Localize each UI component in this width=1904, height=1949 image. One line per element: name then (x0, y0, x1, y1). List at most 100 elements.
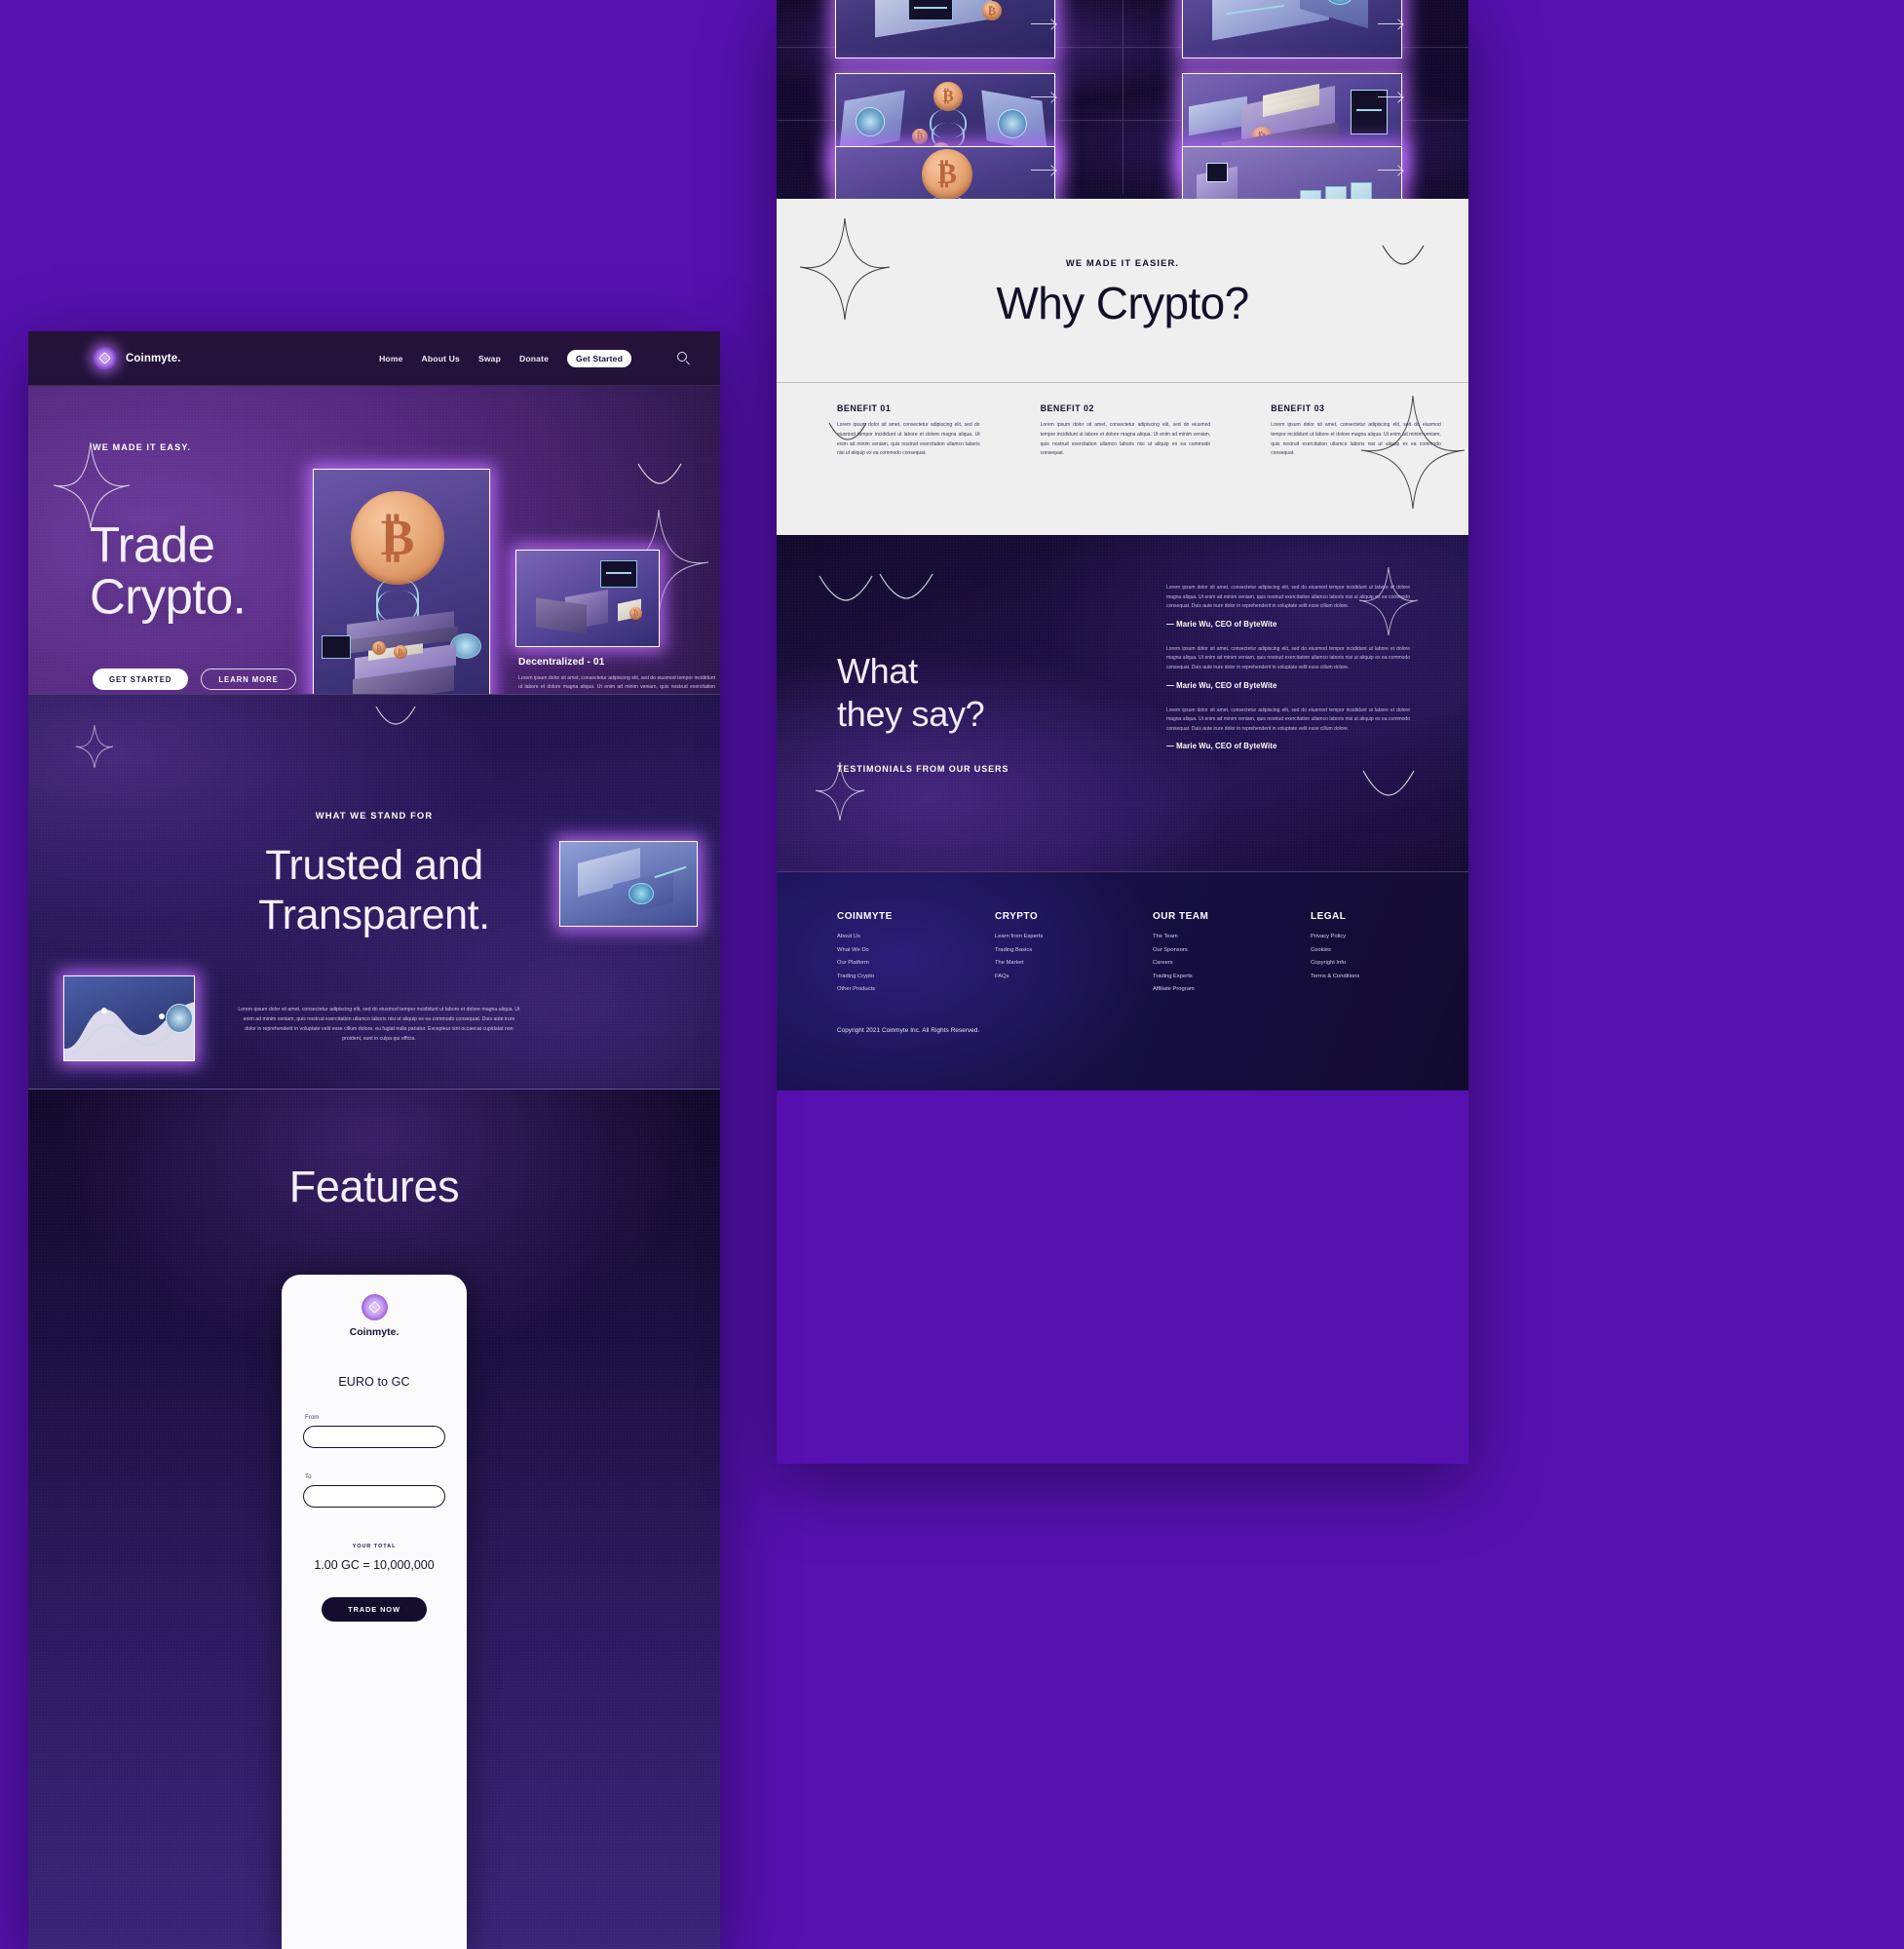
hero-illustration-atm (515, 550, 660, 647)
hero-body: WE MADE IT EASY. Trade Crypto. GET START… (28, 386, 720, 694)
brand-logo[interactable]: Coinmyte. (93, 346, 181, 370)
phone-total-value: 1.00 GC = 10,000,000 (314, 1558, 435, 1572)
stand-for-eyebrow: WHAT WE STAND FOR (315, 810, 434, 821)
chevron-down-decoration-icon (879, 573, 933, 599)
footer-heading: COINMYTE (837, 911, 893, 922)
site-footer: COINMYTE About Us What We Do Our Platfor… (777, 871, 1468, 1090)
footer-link[interactable]: Cookies (1311, 947, 1468, 953)
decentralized-body: Lorem ipsum dolor sit amet, consectetur … (518, 675, 715, 694)
arrow-right-icon[interactable] (1031, 166, 1055, 174)
testimonial-item: Lorem ipsum dolor sit amet, consectetur … (1166, 584, 1410, 629)
testimonial-author: — Marie Wu, CEO of ByteWite (1166, 619, 1277, 629)
features-title: Features (288, 1162, 460, 1211)
testimonial-body: Lorem ipsum dolor sit amet, consectetur … (1166, 645, 1410, 670)
card-digital-currencies[interactable]: Digital Currencies (777, 48, 1123, 174)
testimonials-caption: TESTIMONIALS FROM OUR USERS (837, 764, 1009, 774)
phone-converter-title: EURO to GC (338, 1375, 410, 1389)
card-terminologies[interactable]: Terminologies (1123, 48, 1468, 174)
benefit-body: Lorem ipsum dolor sit amet, consectetur … (837, 422, 980, 457)
divider (777, 382, 1468, 383)
card-emerging-tokens[interactable]: Emerging Tokens (1123, 121, 1468, 248)
card-row: All About Market Caps Using the Platform (777, 0, 1468, 58)
testimonials-section: What they say? TESTIMONIALS FROM OUR USE… (777, 535, 1468, 871)
why-title: Why Crypto? (996, 278, 1249, 328)
footer-link[interactable]: Terms & Conditions (1311, 974, 1468, 979)
hero-illustration-coin-press (313, 469, 490, 694)
testimonials-title-line2: they say? (837, 693, 985, 734)
illustration-chart (63, 975, 195, 1061)
benefit-body: Lorem ipsum dolor sit amet, consectetur … (1271, 422, 1441, 457)
footer-link[interactable]: Trading Experts (1153, 974, 1311, 979)
footer-link[interactable]: Privacy Policy (1311, 934, 1468, 939)
footer-link[interactable]: The Team (1153, 934, 1311, 939)
features-section: Features Coinmyte. EURO to GC From To YO… (28, 1089, 720, 1949)
testimonial-item: Lorem ipsum dolor sit amet, consectetur … (1166, 707, 1410, 751)
chevron-down-decoration-icon (375, 706, 416, 725)
footer-link[interactable]: Copyright Info (1311, 960, 1468, 966)
benefit-item: BENEFIT 01 Lorem ipsum dolor sit amet, c… (777, 403, 1008, 459)
footer-column-crypto: CRYPTO Learn from Experts Trading Basics… (995, 911, 1153, 1000)
footer-link[interactable]: About Us (837, 934, 995, 939)
footer-link[interactable]: Careers (1153, 960, 1311, 966)
footer-link[interactable]: The Market (995, 960, 1153, 966)
chevron-down-decoration-icon (637, 463, 682, 484)
phone-to-label: To (305, 1473, 312, 1480)
nav-links: Home About Us Swap Donate Get Started (379, 349, 631, 367)
stand-for-title-line1: Trusted and (265, 842, 483, 889)
right-page-mockup: All About Market Caps Using the Platform (777, 0, 1468, 1464)
footer-column-coinmyte: COINMYTE About Us What We Do Our Platfor… (837, 911, 995, 1000)
hero-learn-more-button[interactable]: LEARN MORE (201, 669, 296, 690)
footer-link[interactable]: Our Platform (837, 960, 995, 966)
footer-column-our-team: OUR TEAM The Team Our Sponsors Careers T… (1153, 911, 1311, 1000)
testimonial-author: — Marie Wu, CEO of ByteWite (1166, 742, 1277, 751)
testimonial-item: Lorem ipsum dolor sit amet, consectetur … (1166, 645, 1410, 690)
testimonial-body: Lorem ipsum dolor sit amet, consectetur … (1166, 585, 1410, 610)
stand-for-title-line2: Transparent. (258, 891, 490, 938)
hero-title: Trade Crypto. (90, 519, 247, 624)
footer-link[interactable]: Trading Basics (995, 947, 1153, 953)
screenshot-stage: Coinmyte. Home About Us Swap Donate Get … (0, 0, 1904, 1949)
phone-total-caption: YOUR TOTAL (352, 1544, 397, 1549)
footer-link[interactable]: Affiliate Program (1153, 986, 1311, 992)
benefit-item: BENEFIT 03 Lorem ipsum dolor sit amet, c… (1238, 403, 1468, 459)
why-eyebrow: WE MADE IT EASIER. (1065, 257, 1180, 268)
phone-to-input[interactable] (303, 1485, 445, 1508)
chevron-down-decoration-icon (1362, 770, 1415, 796)
phone-trade-now-button[interactable]: TRADE NOW (322, 1597, 427, 1622)
footer-column-legal: LEGAL Privacy Policy Cookies Copyright I… (1311, 911, 1468, 1000)
nav-item-swap[interactable]: Swap (478, 354, 501, 363)
nav-get-started-button[interactable]: Get Started (567, 349, 631, 367)
stand-for-title: Trusted and Transparent. (28, 841, 720, 939)
search-icon[interactable] (677, 351, 691, 365)
footer-link[interactable]: Other Products (837, 986, 995, 992)
arrow-right-icon[interactable] (1031, 93, 1055, 101)
phone-brand-name: Coinmyte. (349, 1326, 400, 1338)
nav-item-about-us[interactable]: About Us (422, 354, 460, 363)
hero-title-line2: Crypto. (90, 568, 247, 624)
benefit-body: Lorem ipsum dolor sit amet, consectetur … (1040, 422, 1211, 457)
footer-link[interactable]: Learn from Experts (995, 934, 1153, 939)
brand-name: Coinmyte. (126, 352, 181, 364)
footer-link[interactable]: What We Do (837, 947, 995, 953)
testimonial-body: Lorem ipsum dolor sit amet, consectetur … (1166, 707, 1410, 732)
testimonials-list: Lorem ipsum dolor sit amet, consectetur … (1166, 584, 1410, 767)
card-using-platform[interactable]: Using the Platform (1123, 0, 1468, 58)
phone-from-input[interactable] (303, 1426, 445, 1448)
arrow-right-icon[interactable] (1378, 93, 1402, 101)
trusted-transparent-section: WHAT WE STAND FOR Trusted and Transparen… (28, 694, 720, 1089)
arrow-right-icon[interactable] (1378, 19, 1402, 28)
nav-item-home[interactable]: Home (379, 354, 402, 363)
arrow-right-icon[interactable] (1031, 19, 1055, 28)
hero-eyebrow: WE MADE IT EASY. (93, 442, 192, 452)
arrow-right-icon[interactable] (1378, 166, 1402, 174)
card-market-caps[interactable]: All About Market Caps (777, 0, 1123, 58)
card-trading-techniques[interactable]: Trading Techniques (777, 121, 1123, 248)
nav-item-donate[interactable]: Donate (519, 354, 549, 363)
footer-link[interactable]: Trading Crypto (837, 974, 995, 979)
footer-link[interactable]: Our Sponsors (1153, 947, 1311, 953)
hero-get-started-button[interactable]: GET STARTED (93, 669, 189, 690)
testimonial-author: — Marie Wu, CEO of ByteWite (1166, 680, 1277, 690)
chevron-down-decoration-icon (819, 575, 873, 601)
footer-link[interactable]: FAQs (995, 974, 1153, 979)
footer-columns: COINMYTE About Us What We Do Our Platfor… (837, 911, 1468, 1000)
